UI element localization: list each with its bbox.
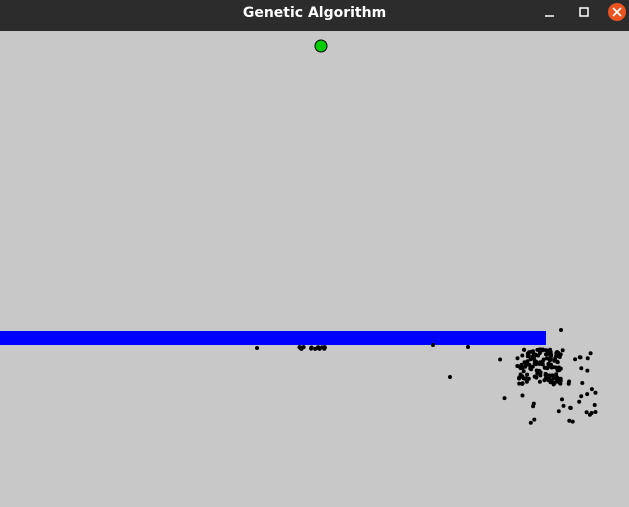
agent-dot	[431, 343, 435, 347]
agent-dot	[554, 372, 559, 377]
agent-dot	[515, 356, 520, 361]
agent-dot	[535, 371, 540, 376]
agent-dot	[544, 348, 549, 353]
agent-dot	[522, 347, 526, 352]
agent-dot	[520, 393, 525, 398]
agent-dot	[532, 417, 537, 422]
agent-dot	[559, 328, 563, 332]
agent-dot	[317, 346, 322, 351]
agent-dot	[580, 381, 585, 385]
agent-dot	[537, 348, 542, 353]
agent-dot	[592, 403, 597, 407]
simulation-canvas	[0, 31, 629, 503]
agent-dot	[579, 394, 584, 399]
agent-dot	[544, 356, 549, 361]
agent-dot	[588, 351, 593, 356]
agent-dot	[520, 353, 525, 358]
agent-dot	[313, 346, 318, 351]
agent-dot	[567, 379, 572, 384]
obstacle-bar	[0, 331, 546, 345]
close-icon	[608, 3, 626, 21]
agent-dot	[578, 355, 583, 360]
agent-dot	[556, 409, 561, 414]
agent-dot	[560, 397, 564, 402]
agent-dot	[529, 365, 534, 370]
agent-dot	[523, 364, 528, 369]
agent-dot	[528, 420, 533, 425]
agent-dot	[544, 352, 549, 357]
agent-dot	[557, 355, 562, 359]
agent-dot	[568, 405, 573, 410]
agent-dot	[585, 392, 590, 397]
agent-dot	[551, 376, 556, 381]
agent-dot	[554, 351, 559, 356]
agent-dot	[544, 372, 549, 377]
agent-dot	[525, 372, 530, 377]
agent-dot	[555, 359, 560, 364]
agent-dot	[551, 382, 556, 387]
agent-dot	[534, 375, 539, 380]
agent-dot	[517, 381, 522, 386]
title-bar: Genetic Algorithm	[0, 0, 629, 31]
agent-dot	[570, 419, 575, 424]
agent-dot	[448, 375, 452, 379]
agent-dot	[547, 373, 552, 378]
agent-dot	[560, 348, 565, 353]
agent-dot	[549, 365, 554, 370]
agent-dot	[556, 365, 561, 370]
agent-dot	[545, 366, 550, 371]
minimize-button[interactable]	[537, 2, 563, 28]
agent-dot	[466, 345, 470, 349]
target-circle	[314, 39, 328, 53]
agent-dot	[567, 418, 572, 423]
agent-dot	[531, 404, 536, 409]
agent-dot	[309, 346, 314, 351]
agent-dot	[498, 357, 503, 362]
agent-dot	[546, 362, 551, 366]
agent-dot	[593, 390, 598, 395]
window-title: Genetic Algorithm	[242, 5, 387, 21]
agent-dot	[549, 354, 553, 359]
agent-dot	[573, 357, 578, 362]
agent-dot	[542, 378, 547, 383]
agent-dot	[584, 410, 589, 415]
agent-dot	[557, 380, 562, 385]
agent-dot	[589, 387, 594, 392]
agent-dot	[587, 412, 592, 417]
agent-dot	[585, 356, 590, 361]
agent-dot	[526, 376, 531, 381]
agent-dot	[579, 366, 584, 371]
agent-dot	[537, 379, 542, 384]
agent-dot	[322, 345, 327, 350]
agent-dot	[520, 381, 525, 386]
agent-dot	[528, 357, 533, 362]
maximize-icon	[579, 7, 589, 17]
agent-dot	[515, 364, 520, 368]
agent-dot	[525, 354, 530, 359]
agent-dot	[502, 396, 507, 401]
agent-dot	[298, 346, 303, 351]
agent-dot	[561, 403, 566, 408]
agent-dot	[577, 399, 582, 404]
agent-dot	[558, 376, 563, 381]
agent-dot	[585, 368, 590, 373]
agent-dot	[518, 366, 523, 371]
agent-dot	[255, 346, 259, 350]
close-button[interactable]	[604, 2, 629, 28]
agent-dot	[593, 410, 598, 414]
agent-dot	[537, 362, 542, 366]
maximize-button[interactable]	[571, 2, 597, 28]
simulation-scene	[0, 39, 598, 425]
agent-dot	[527, 350, 532, 355]
minimize-icon	[545, 15, 554, 17]
agent-dot	[533, 353, 538, 358]
